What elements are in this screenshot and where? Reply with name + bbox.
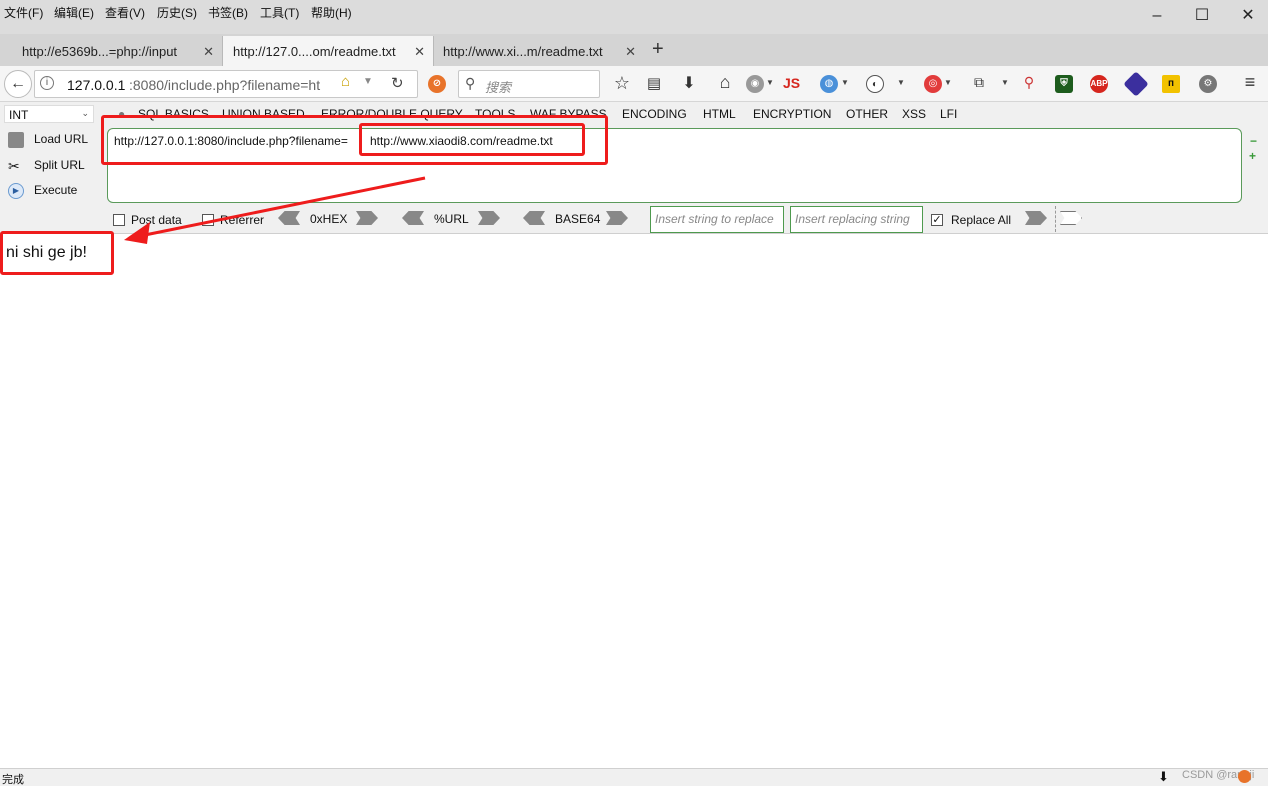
status-text: 完成 [2,774,24,786]
annotation-arrow [124,176,426,244]
annotation-arrow-line [139,176,426,238]
download-icon[interactable]: ⬇ [1158,769,1169,785]
status-bar: 完成 ⬇ CSDN @rannji [0,768,1268,786]
annotation-arrow-head [124,222,150,244]
extension-icon[interactable] [1238,770,1251,783]
